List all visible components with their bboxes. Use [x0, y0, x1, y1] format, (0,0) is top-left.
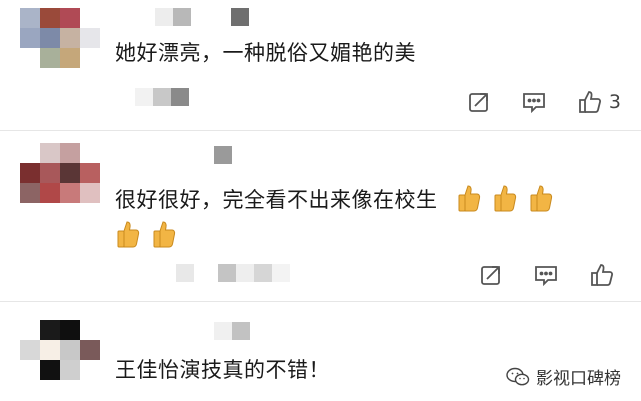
wechat-icon	[506, 367, 530, 385]
avatar[interactable]	[20, 143, 100, 203]
thumbs-up-icon	[579, 91, 601, 113]
comment-emoji-line	[115, 219, 187, 251]
comment-actions	[479, 262, 621, 288]
comment-text: 很好很好，完全看不出来像在校生	[115, 183, 564, 215]
like-button[interactable]	[589, 262, 621, 288]
thumbs-up-emoji	[494, 185, 516, 212]
share-button[interactable]	[467, 90, 491, 114]
like-button[interactable]: 3	[577, 89, 621, 115]
watermark: 影视口碑榜	[506, 364, 621, 389]
share-icon	[469, 93, 488, 112]
comment-text: 她好漂亮，一种脱俗又媚艳的美	[115, 41, 416, 65]
comment-text-content: 很好很好，完全看不出来像在校生	[115, 188, 438, 212]
avatar[interactable]	[20, 320, 100, 380]
comment-icon	[523, 93, 545, 114]
avatar[interactable]	[20, 8, 100, 68]
comment-1: 她好漂亮，一种脱俗又媚艳的美 3	[0, 0, 641, 125]
comment-2: 很好很好，完全看不出来像在校生	[0, 131, 641, 301]
like-count: 3	[608, 91, 621, 113]
timestamp-redacted	[135, 88, 189, 106]
username-redacted[interactable]	[214, 146, 232, 164]
timestamp-redacted	[176, 264, 290, 282]
username-redacted[interactable]	[155, 8, 249, 26]
comment-icon	[535, 266, 557, 287]
username-redacted[interactable]	[214, 322, 250, 340]
thumbs-up-icon	[591, 264, 614, 286]
comment-text: 王佳怡演技真的不错！	[115, 358, 330, 382]
share-button[interactable]	[479, 263, 503, 287]
thumbs-up-emoji	[458, 185, 480, 212]
comment-actions: 3	[467, 89, 621, 115]
thumbs-up-emoji	[530, 185, 552, 212]
thumbs-up-emoji	[117, 221, 140, 248]
reply-button[interactable]	[521, 90, 547, 114]
thumbs-up-emoji	[153, 221, 176, 248]
reply-button[interactable]	[533, 263, 559, 287]
share-icon	[481, 266, 500, 285]
watermark-text: 影视口碑榜	[536, 369, 621, 389]
